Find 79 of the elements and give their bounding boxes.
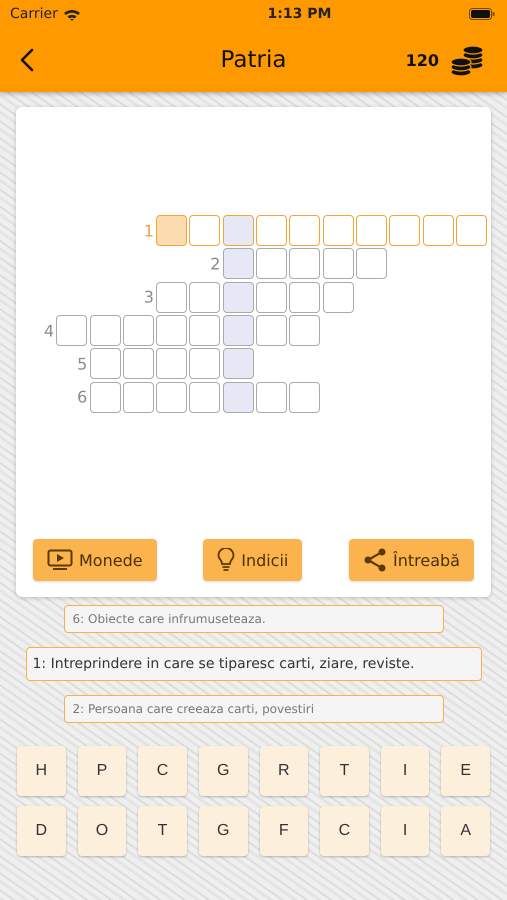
share-icon — [363, 547, 388, 573]
letter-cell[interactable] — [222, 282, 254, 313]
letter-cell[interactable] — [222, 382, 254, 413]
row-number: 6 — [77, 388, 88, 407]
letter-key[interactable]: I — [380, 806, 430, 856]
row-number: 1 — [144, 221, 155, 240]
action-button[interactable]: Indicii — [203, 539, 302, 581]
letter-cell[interactable] — [289, 382, 320, 413]
letter-cell[interactable] — [222, 348, 254, 380]
action-button[interactable]: Întreabă — [349, 539, 474, 581]
letter-cell[interactable] — [90, 382, 121, 413]
letter-cell[interactable] — [356, 248, 387, 280]
letter-cell[interactable] — [422, 215, 454, 246]
lightbulb-icon — [217, 548, 236, 572]
letter-key[interactable]: H — [17, 746, 66, 796]
letter-cell[interactable] — [222, 315, 254, 346]
battery-icon — [468, 8, 495, 20]
letter-key[interactable]: D — [17, 806, 66, 856]
letter-cell[interactable] — [156, 282, 188, 313]
letter-cell[interactable] — [322, 215, 354, 246]
carrier-label: Carrier — [10, 6, 58, 22]
letter-cell[interactable] — [122, 348, 154, 380]
letter-cell[interactable] — [456, 215, 487, 246]
letter-cell[interactable] — [156, 382, 188, 413]
row-number: 3 — [144, 288, 155, 307]
letter-key[interactable]: P — [78, 746, 126, 796]
letter-key[interactable]: O — [78, 806, 126, 856]
letter-cell[interactable] — [90, 348, 121, 380]
letter-cell[interactable] — [156, 215, 188, 246]
clock-time: 1:13 PM — [268, 6, 332, 22]
row-number: 4 — [44, 321, 55, 340]
letter-cell[interactable] — [222, 248, 254, 280]
letter-cell[interactable] — [56, 315, 88, 346]
letter-cell[interactable] — [90, 315, 121, 346]
letter-cell[interactable] — [256, 215, 288, 246]
letter-key[interactable]: I — [380, 746, 430, 796]
letter-cell[interactable] — [189, 382, 220, 413]
letter-cell[interactable] — [189, 215, 220, 246]
letter-cell[interactable] — [389, 215, 420, 246]
letter-key[interactable]: E — [441, 746, 490, 796]
letter-key[interactable]: C — [320, 806, 369, 856]
letter-cell[interactable] — [189, 315, 220, 346]
letter-cell[interactable] — [156, 348, 188, 380]
letter-key[interactable]: C — [138, 746, 187, 796]
letter-cell[interactable] — [222, 215, 254, 246]
letter-cell[interactable] — [256, 382, 288, 413]
letter-cell[interactable] — [189, 348, 220, 380]
wifi-icon — [62, 8, 81, 20]
clue-item[interactable]: 2: Persoana care creeaza carti, povestiri — [64, 695, 444, 723]
video-icon — [47, 549, 73, 571]
letter-cell[interactable] — [322, 248, 354, 280]
letter-key[interactable]: G — [198, 806, 248, 856]
letter-cell[interactable] — [122, 315, 154, 346]
letter-cell[interactable] — [289, 282, 320, 313]
page-title: Patria — [220, 47, 286, 73]
letter-key[interactable]: R — [260, 746, 308, 796]
letter-key[interactable]: F — [260, 806, 308, 856]
letter-cell[interactable] — [322, 282, 354, 313]
letter-cell[interactable] — [256, 248, 288, 280]
letter-cell[interactable] — [122, 382, 154, 413]
letter-key[interactable]: T — [138, 806, 187, 856]
coin-count: 120 — [406, 50, 439, 70]
row-number: 2 — [210, 254, 222, 274]
letter-cell[interactable] — [356, 215, 387, 246]
letter-cell[interactable] — [289, 215, 320, 246]
letter-cell[interactable] — [256, 315, 288, 346]
letter-cell[interactable] — [289, 248, 320, 280]
row-number: 5 — [77, 354, 88, 374]
action-button[interactable]: Monede — [33, 539, 157, 581]
clue-item[interactable]: 1: Intreprindere in care se tiparesc carti, ziare, reviste. — [26, 647, 482, 681]
clue-item[interactable]: 6: Obiecte care infrumuseteaza. — [64, 605, 444, 633]
letter-cell[interactable] — [256, 282, 288, 313]
letter-key[interactable]: G — [198, 746, 248, 796]
back-icon[interactable] — [20, 48, 34, 72]
letter-cell[interactable] — [289, 315, 320, 346]
letter-key[interactable]: T — [320, 746, 369, 796]
letter-cell[interactable] — [189, 282, 220, 313]
letter-cell[interactable] — [156, 315, 188, 346]
letter-key[interactable]: A — [441, 806, 490, 856]
